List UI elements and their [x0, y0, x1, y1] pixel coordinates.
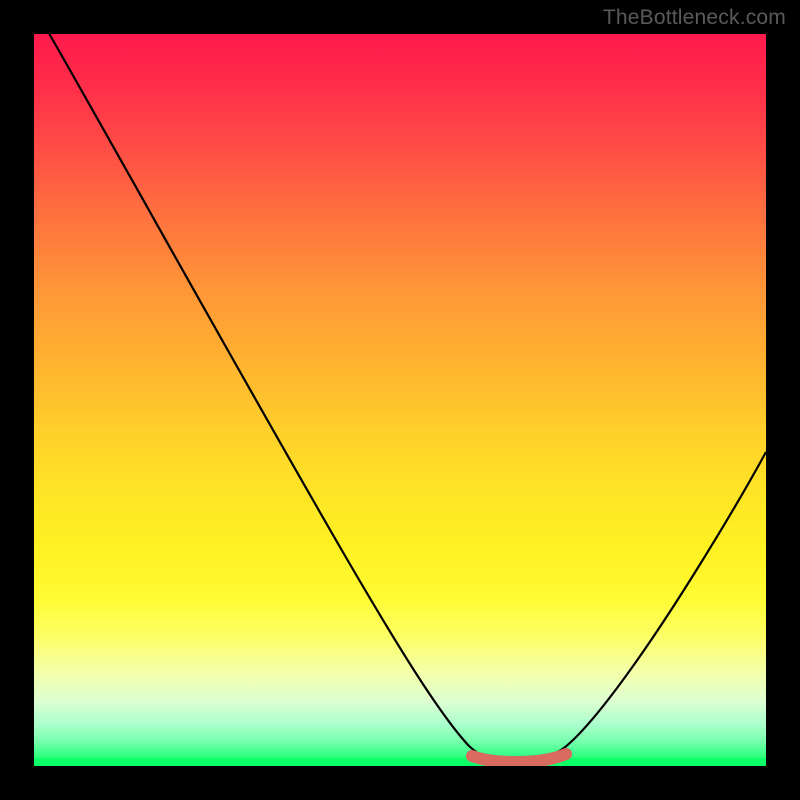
chart-plot-area	[34, 34, 766, 766]
min-region-highlight	[472, 754, 566, 762]
bottleneck-curve-path	[38, 34, 766, 761]
watermark-text: TheBottleneck.com	[603, 6, 786, 30]
chart-curve-layer	[34, 34, 766, 766]
